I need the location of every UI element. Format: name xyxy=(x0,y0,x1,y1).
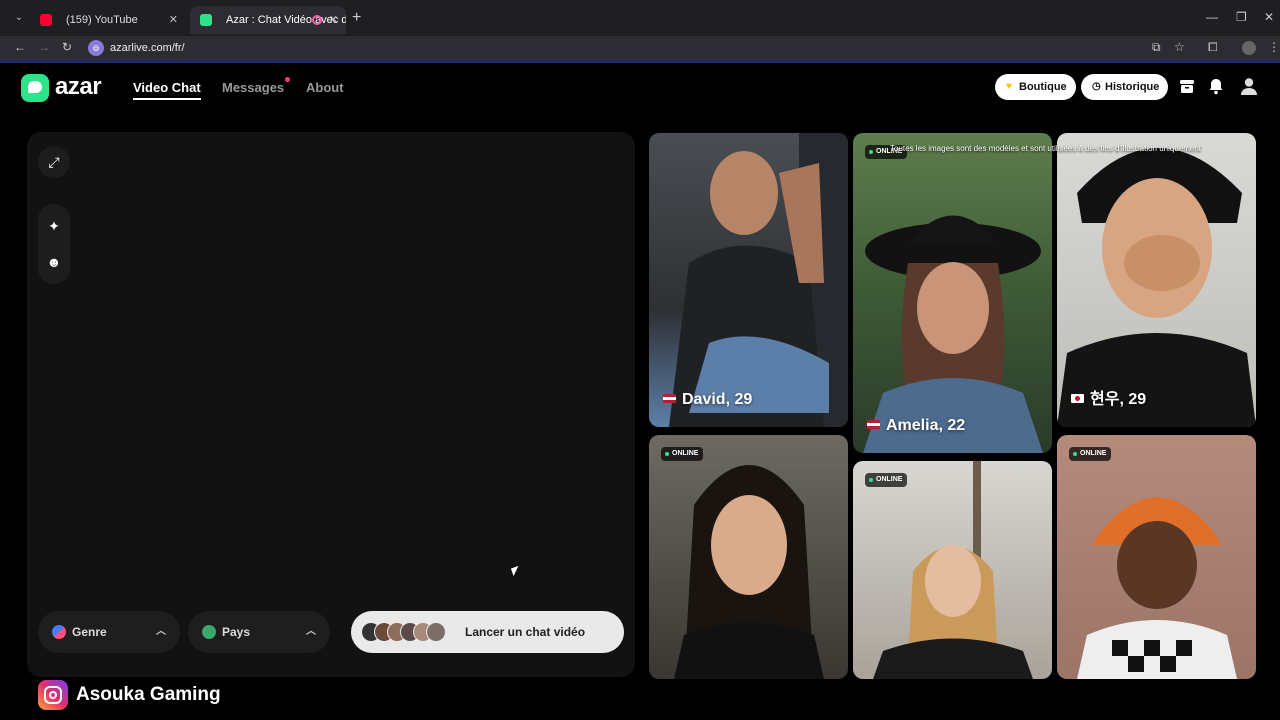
profile-card-4[interactable]: ONLINE xyxy=(649,435,848,679)
profile-photo xyxy=(1057,148,1256,427)
historique-label: Historique xyxy=(1105,81,1160,93)
kr-flag-icon xyxy=(1071,394,1084,403)
expand-icon[interactable]: ⤢ xyxy=(38,146,70,178)
messages-notification-dot xyxy=(285,77,290,82)
us-flag-icon xyxy=(663,394,676,403)
instagram-icon xyxy=(38,680,68,710)
recording-indicator-icon xyxy=(312,15,322,25)
minimize-icon[interactable]: — xyxy=(1206,10,1218,24)
genre-label: Genre xyxy=(72,625,107,639)
online-badge: ONLINE xyxy=(661,447,704,461)
tab-youtube[interactable]: (159) YouTube ✕ xyxy=(30,6,186,34)
chevron-up-icon: ︿ xyxy=(156,626,166,637)
watermark-text: Asouka Gaming xyxy=(76,684,221,705)
pays-label: Pays xyxy=(222,625,251,639)
restore-icon[interactable]: ❐ xyxy=(1236,10,1247,24)
online-badge: ONLINE xyxy=(1069,447,1112,461)
site-info-icon[interactable]: ⊜ xyxy=(88,40,104,56)
profile-avatar-icon[interactable] xyxy=(1242,41,1256,55)
profile-card-6[interactable]: ONLINE xyxy=(1057,435,1256,679)
reload-icon[interactable]: ↻ xyxy=(62,40,72,54)
launch-label: Lancer un chat vidéo xyxy=(465,625,586,639)
avatar xyxy=(426,622,446,642)
new-tab-plus-icon[interactable]: + xyxy=(352,9,361,27)
close-tab-icon[interactable]: ✕ xyxy=(169,6,178,34)
inbox-icon[interactable] xyxy=(1178,77,1196,95)
url-text: azarlive.com/fr/ xyxy=(110,42,185,54)
effects-group: ✦ ☻ xyxy=(38,204,70,284)
tab-title: (159) YouTube xyxy=(66,14,138,26)
launch-video-chat-button[interactable]: Lancer un chat vidéo xyxy=(351,611,624,653)
extensions-icon[interactable]: ⧠ xyxy=(1208,40,1218,55)
profile-name: Amelia, 22 xyxy=(867,417,965,435)
azar-logo-icon[interactable] xyxy=(21,74,49,102)
nav-messages[interactable]: Messages xyxy=(222,80,284,95)
url-field[interactable]: ⊜ azarlive.com/fr/ xyxy=(88,38,185,58)
youtube-favicon-icon xyxy=(40,14,52,26)
gem-icon: ♥ xyxy=(1006,81,1012,92)
bell-icon[interactable] xyxy=(1207,77,1225,95)
browser-menu-icon[interactable]: ⋮ xyxy=(1268,40,1280,54)
nav-video-chat[interactable]: Video Chat xyxy=(133,80,201,100)
boutique-button[interactable]: ♥ Boutique xyxy=(995,74,1076,100)
tab-azar[interactable]: Azar : Chat Vidéo avec de n ✕ xyxy=(190,6,346,34)
browser-address-bar: ← → ↻ ⊜ azarlive.com/fr/ ⧉ ☆ ⧠ ⋮ xyxy=(0,36,1280,60)
close-tab-icon[interactable]: ✕ xyxy=(329,6,338,34)
pays-filter[interactable]: Pays ︿ xyxy=(188,611,330,653)
clock-icon: ◷ xyxy=(1092,81,1101,92)
back-icon[interactable]: ← xyxy=(14,40,26,54)
illustration-disclaimer: Toutes les images sont des modèles et so… xyxy=(890,144,1202,153)
profile-name: David, 29 xyxy=(663,391,752,409)
profile-photo xyxy=(873,461,1033,679)
genre-filter[interactable]: Genre ︿ xyxy=(38,611,180,653)
chevron-up-icon: ︿ xyxy=(306,626,316,637)
profile-photo xyxy=(669,133,848,427)
azar-favicon-icon xyxy=(200,14,212,26)
browser-tab-bar: ⌄ (159) YouTube ✕ Azar : Chat Vidéo avec… xyxy=(0,0,1280,36)
user-avatar-icon[interactable] xyxy=(1239,76,1259,96)
profile-name-text: Amelia, 22 xyxy=(886,417,966,434)
face-sticker-icon[interactable]: ☻ xyxy=(38,246,70,278)
install-app-icon[interactable]: ⧉ xyxy=(1152,40,1161,55)
profile-card-5[interactable]: ONLINE xyxy=(853,461,1052,679)
nav-about[interactable]: About xyxy=(306,80,344,95)
profile-photo xyxy=(863,215,1043,453)
close-window-icon[interactable]: ✕ xyxy=(1264,10,1274,24)
tab-search-chevron-icon[interactable]: ⌄ xyxy=(10,9,28,27)
video-chat-panel: ⤢ ✦ ☻ Genre ︿ Pays ︿ Lancer un chat vidé… xyxy=(27,132,635,677)
us-flag-icon xyxy=(867,420,880,429)
profile-photo xyxy=(1077,497,1237,679)
historique-button[interactable]: ◷ Historique xyxy=(1081,74,1168,100)
profile-photo xyxy=(674,465,824,679)
online-badge: ONLINE xyxy=(865,473,908,487)
profile-card-hyunwoo[interactable]: 현우, 29 xyxy=(1057,133,1256,427)
profile-name: 현우, 29 xyxy=(1071,385,1146,409)
magic-wand-icon[interactable]: ✦ xyxy=(38,210,70,242)
gender-icon xyxy=(52,625,66,639)
globe-icon xyxy=(202,625,216,639)
boutique-label: Boutique xyxy=(1019,81,1067,93)
forward-icon[interactable]: → xyxy=(38,40,50,54)
azar-page: azar Video Chat Messages About ♥ Boutiqu… xyxy=(0,63,1280,720)
profile-name-text: 현우, 29 xyxy=(1090,391,1147,408)
profile-card-david[interactable]: David, 29 xyxy=(649,133,848,427)
logo-text[interactable]: azar xyxy=(55,73,102,101)
bookmark-star-icon[interactable]: ☆ xyxy=(1174,40,1185,54)
profile-name-text: David, 29 xyxy=(682,391,753,408)
profile-card-amelia[interactable]: ONLINE Amelia, 22 xyxy=(853,133,1052,453)
